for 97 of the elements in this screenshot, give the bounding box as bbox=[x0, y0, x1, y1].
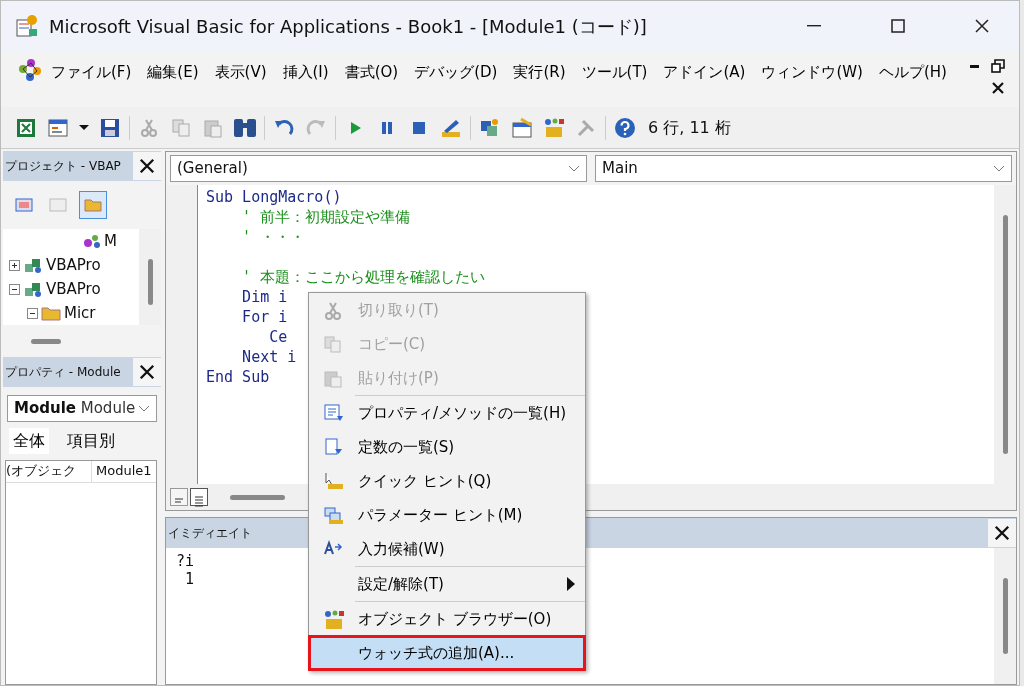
project-icon bbox=[479, 116, 501, 139]
chevron-down-icon bbox=[993, 164, 1005, 173]
menu-item[interactable]: 入力候補(W) bbox=[309, 532, 585, 566]
object-dropdown[interactable]: (General) bbox=[170, 155, 587, 182]
menu-item[interactable]: クイック ヒント(Q) bbox=[309, 464, 585, 498]
immediate-line: ?i bbox=[176, 552, 195, 570]
box-icon bbox=[322, 608, 344, 630]
close-button[interactable] bbox=[988, 519, 1016, 547]
menu-item[interactable]: パラメーター ヒント(M) bbox=[309, 498, 585, 532]
help-icon bbox=[614, 116, 636, 139]
chevron-down-icon bbox=[138, 404, 150, 413]
menu-item[interactable]: ヘルプ(H) bbox=[870, 57, 955, 88]
list-icon bbox=[193, 494, 205, 507]
cursor-position: 6 行, 11 桁 bbox=[648, 116, 731, 139]
minimize-icon bbox=[807, 25, 821, 27]
code-line: End Sub bbox=[206, 368, 270, 386]
plus-icon bbox=[9, 259, 20, 271]
chevron-down-icon bbox=[568, 164, 580, 173]
close-icon bbox=[974, 18, 990, 34]
folder-icon bbox=[41, 305, 61, 321]
toggle-folders-button[interactable] bbox=[79, 191, 107, 219]
close-icon bbox=[991, 81, 1005, 95]
molecule-icon bbox=[17, 57, 43, 83]
maximize-icon bbox=[890, 18, 906, 34]
scrollbar-thumb[interactable] bbox=[31, 338, 61, 344]
menu-item[interactable]: オブジェクト ブラウザー(O) bbox=[309, 602, 585, 636]
minimize-icon bbox=[970, 64, 979, 68]
form-icon bbox=[47, 116, 69, 139]
close-icon bbox=[139, 363, 155, 381]
tree-item[interactable]: M bbox=[104, 229, 117, 253]
code-line: ' ・・・ bbox=[241, 228, 306, 246]
close-button[interactable] bbox=[133, 152, 161, 180]
menu-item[interactable]: ファイル(F) bbox=[43, 57, 140, 88]
toolbox-icon bbox=[543, 116, 565, 139]
procedure-dropdown[interactable]: Main bbox=[595, 155, 1012, 182]
caret-icon bbox=[79, 125, 89, 130]
menu-item[interactable]: 書式(O) bbox=[336, 57, 407, 88]
code-line: Sub LongMacro() bbox=[206, 188, 342, 206]
save-icon bbox=[99, 116, 121, 139]
close-button[interactable] bbox=[133, 358, 161, 386]
object-name: Module bbox=[14, 399, 76, 418]
restore-icon bbox=[991, 59, 1005, 73]
menu-item[interactable]: デバッグ(D) bbox=[406, 57, 506, 88]
close-icon bbox=[994, 524, 1010, 542]
code-line: ' 前半：初期設定や準備 bbox=[241, 208, 411, 226]
menu-item[interactable]: プロパティ/メソッドの一覧(H) bbox=[309, 396, 585, 430]
code-line: ' 本題：ここから処理を確認したい bbox=[241, 268, 486, 286]
close-icon bbox=[139, 157, 155, 175]
code-line: For i bbox=[241, 308, 288, 326]
code-line: Ce bbox=[268, 328, 288, 346]
menu-item[interactable]: ウィンドウ(W) bbox=[753, 57, 871, 88]
module-view-button[interactable] bbox=[190, 488, 208, 506]
menu-item[interactable]: 実行(R) bbox=[505, 57, 574, 88]
app-icon bbox=[15, 14, 39, 38]
mdi-restore-button[interactable] bbox=[989, 57, 1007, 75]
project-icon bbox=[23, 256, 43, 274]
scrollbar-thumb[interactable] bbox=[230, 494, 285, 500]
minus-icon bbox=[27, 307, 38, 319]
properties-tab[interactable]: 全体 bbox=[9, 428, 49, 454]
immediate-line: 1 bbox=[184, 570, 195, 588]
dropdown-value: (General) bbox=[177, 158, 249, 180]
menu-item[interactable]: ウォッチ式の追加(A)... bbox=[309, 636, 585, 670]
menu-item[interactable]: アドイン(A) bbox=[655, 57, 754, 88]
search-icon bbox=[234, 116, 256, 139]
menu-item[interactable]: 挿入(I) bbox=[274, 57, 337, 88]
copy-icon bbox=[170, 116, 192, 139]
code-line: Next i bbox=[241, 348, 297, 366]
menu-item[interactable]: ツール(T) bbox=[573, 57, 656, 88]
tree-item[interactable]: Micr bbox=[64, 301, 96, 325]
window-title: Microsoft Visual Basic for Applications - Book1 - [Module1 (コード)] bbox=[49, 14, 648, 39]
object-dropdown[interactable]: Module Module bbox=[7, 395, 157, 422]
property-value[interactable]: Module1 bbox=[92, 461, 152, 482]
submenu-arrow-icon bbox=[566, 576, 576, 592]
panel-title: イミディエイト bbox=[168, 525, 253, 542]
minus-icon bbox=[9, 283, 20, 295]
document-arrow-icon bbox=[322, 436, 344, 458]
menu-item[interactable]: 定数の一覧(S) bbox=[309, 430, 585, 464]
dropdown-value: Main bbox=[602, 158, 639, 180]
panel-title: プロパティ - Module bbox=[5, 364, 122, 381]
code-line: Dim i bbox=[241, 288, 288, 306]
panel-title: プロジェクト - VBAP bbox=[5, 158, 122, 175]
caret-button[interactable] bbox=[77, 123, 91, 132]
module-icon bbox=[83, 233, 101, 249]
excel-icon bbox=[15, 116, 37, 139]
windows-icon bbox=[322, 504, 344, 526]
menu-item[interactable]: 設定/解除(T) bbox=[309, 567, 585, 601]
copy-icon bbox=[322, 333, 344, 355]
menu-item[interactable]: 編集(E) bbox=[139, 57, 207, 88]
properties-icon bbox=[511, 116, 533, 139]
project-icon bbox=[23, 280, 43, 298]
tree-item[interactable]: VBAPro bbox=[46, 253, 101, 277]
pointer-icon bbox=[322, 470, 344, 492]
property-name: (オブジェク bbox=[6, 461, 92, 482]
object-type: Module bbox=[80, 399, 136, 418]
tree-item[interactable]: VBAPro bbox=[46, 277, 101, 301]
menu-item[interactable]: 表示(V) bbox=[206, 57, 275, 88]
properties-tab[interactable]: 項目別 bbox=[63, 428, 119, 454]
